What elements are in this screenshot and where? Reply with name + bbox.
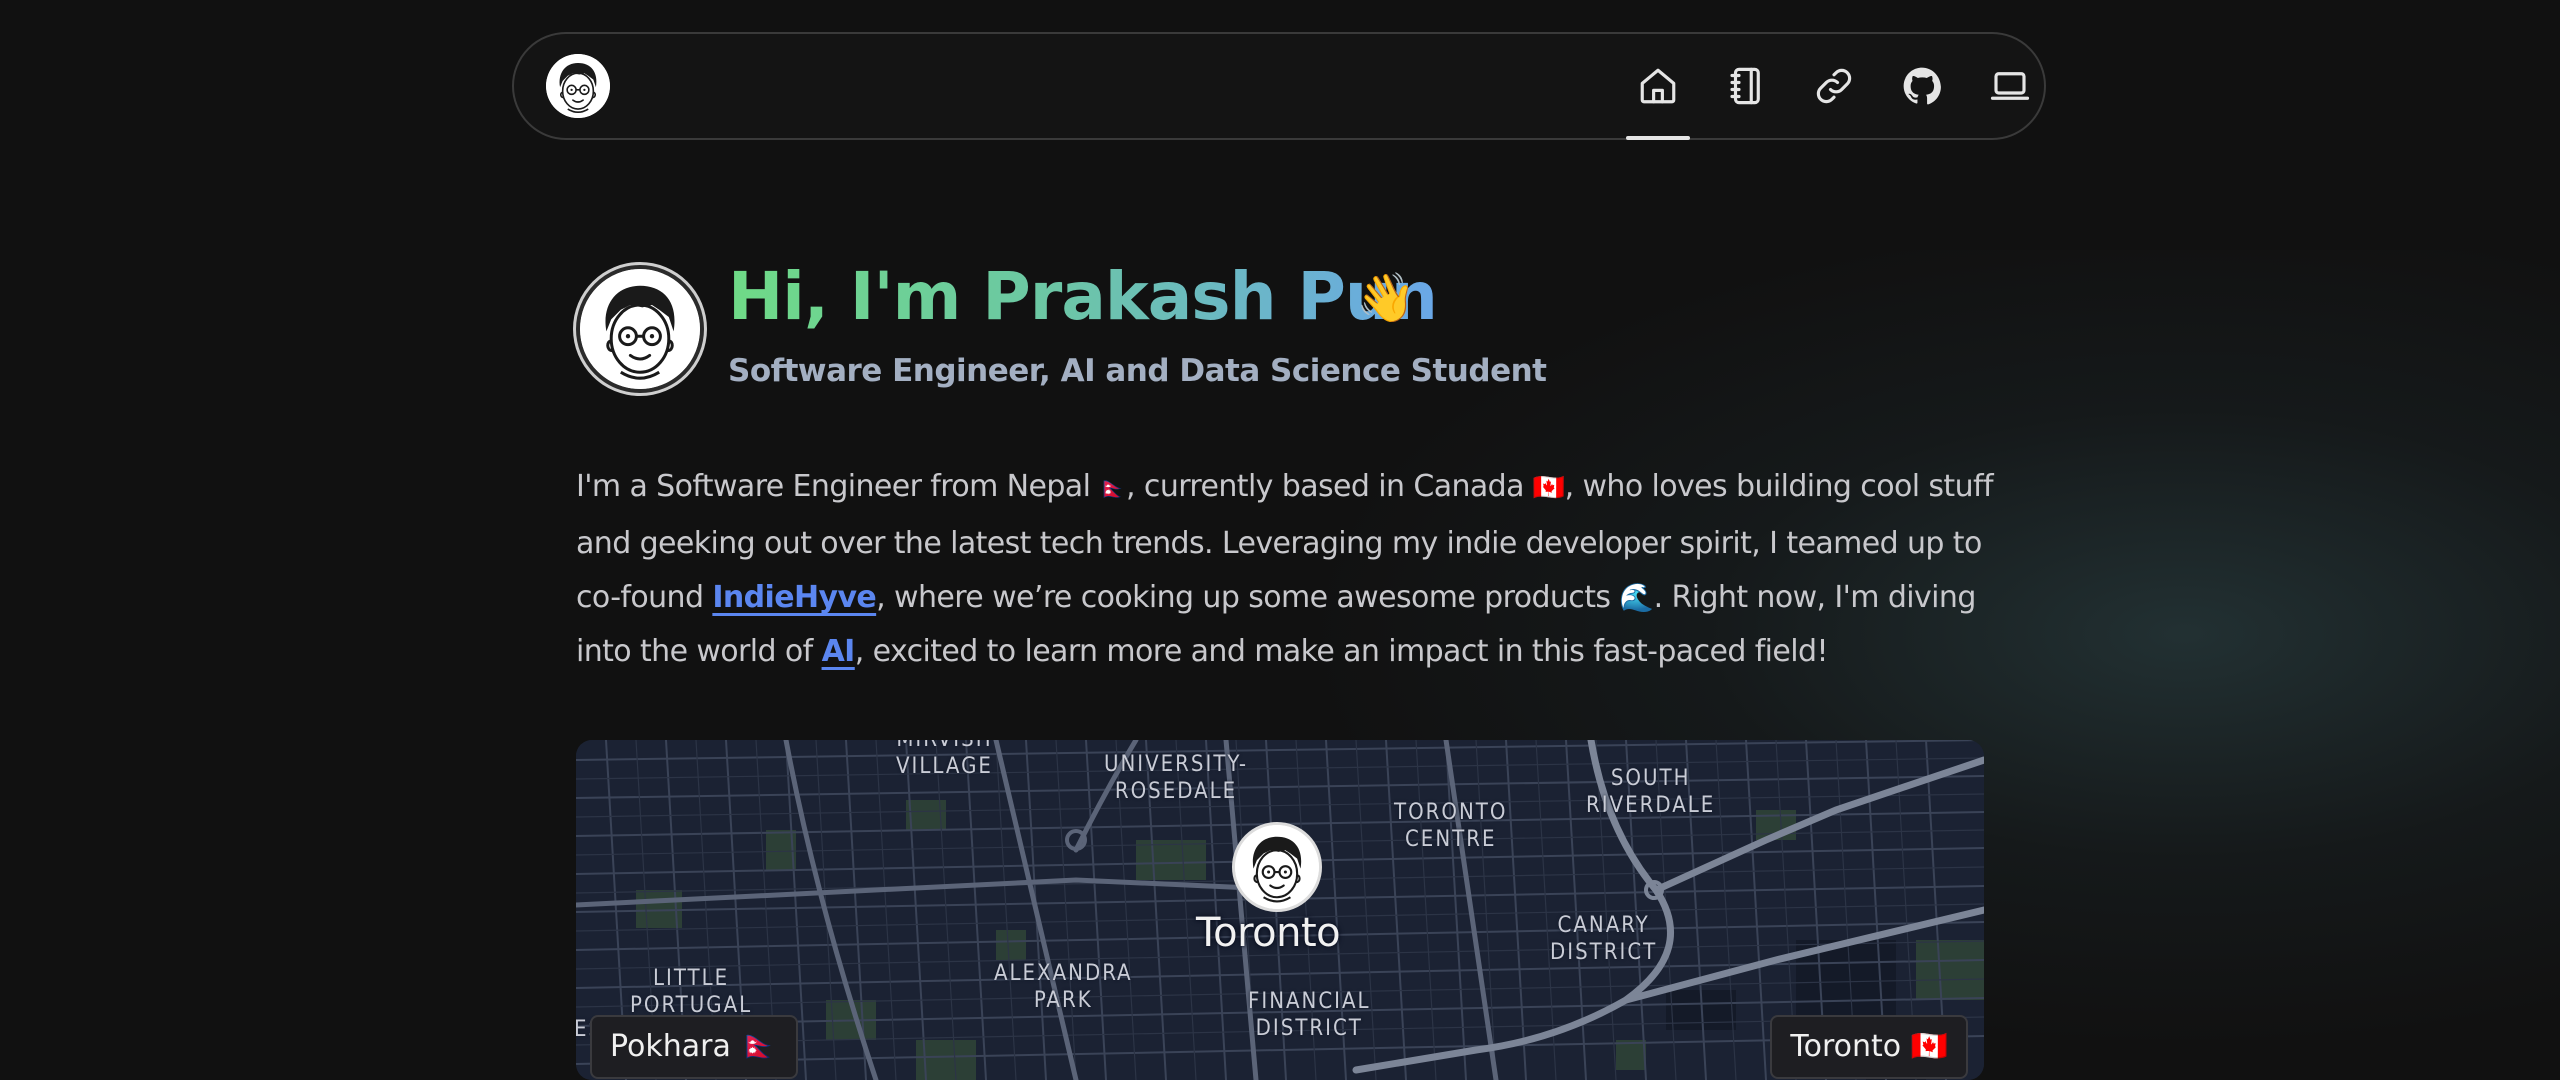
ai-link[interactable]: AI: [822, 634, 856, 669]
wave-water-emoji: 🌊: [1619, 581, 1654, 614]
github-icon: [1903, 67, 1941, 105]
map-label-south-riverdale: SOUTH RIVERDALE: [1586, 766, 1716, 818]
bio-text: , where we’re cooking up some awesome pr…: [876, 580, 1620, 615]
page-subtitle: Software Engineer, AI and Data Science S…: [728, 353, 1547, 389]
profile-avatar: [576, 265, 704, 393]
top-navbar: [512, 32, 2046, 140]
map-avatar-pin[interactable]: [1232, 822, 1322, 912]
nav-home-button[interactable]: [1626, 54, 1690, 140]
bio-text: , currently based in Canada: [1126, 469, 1533, 504]
notebook-icon: [1730, 67, 1760, 105]
canada-flag: 🇨🇦: [1532, 473, 1565, 503]
nav-avatar[interactable]: [546, 54, 610, 118]
map-label-alexandra-park: ALEXANDRA PARK: [994, 961, 1133, 1013]
nepal-flag: 🇳🇵: [1099, 477, 1127, 502]
nav-links-button[interactable]: [1802, 54, 1866, 118]
map-label-university: UNIVERSITY- ROSEDALE: [1104, 752, 1249, 804]
bio-text: I'm a Software Engineer from Nepal: [576, 469, 1100, 504]
wave-emoji: 👋: [1356, 270, 1416, 326]
location-tag-toronto[interactable]: Toronto 🇨🇦: [1770, 1015, 1968, 1079]
avatar-image: [580, 269, 700, 389]
bio-paragraph: I'm a Software Engineer from Nepal 🇳🇵, c…: [576, 460, 1996, 679]
map-label-mirvish: MIRVISH VILLAGE: [896, 740, 993, 779]
laptop-icon: [1990, 72, 2030, 100]
map-label-financial-district: FINANCIAL DISTRICT: [1248, 989, 1371, 1041]
nav-github-button[interactable]: [1890, 54, 1954, 118]
location-map[interactable]: MIRVISH VILLAGE UNIVERSITY- ROSEDALE TOR…: [576, 740, 1984, 1080]
map-label-little-portugal: LITTLE PORTUGAL: [630, 966, 753, 1018]
map-label-toronto-centre: TORONTO CENTRE: [1394, 800, 1508, 852]
active-indicator: [1626, 136, 1690, 140]
nav-laptop-button[interactable]: [1978, 54, 2042, 118]
nav-notebook-button[interactable]: [1714, 54, 1778, 118]
map-city-label: Toronto: [1196, 910, 1341, 956]
page-title: Hi, I'm Prakash Pun: [728, 252, 1438, 342]
link-icon: [1816, 68, 1852, 104]
avatar-image: [546, 54, 610, 118]
bio-text: , excited to learn more and make an impa…: [854, 634, 1829, 669]
location-tag-pokhara[interactable]: Pokhara 🇳🇵: [590, 1015, 798, 1079]
avatar-image: [1235, 825, 1319, 909]
home-icon: [1640, 68, 1676, 104]
map-label-canary-district: CANARY DISTRICT: [1550, 913, 1658, 965]
indiehyve-link[interactable]: IndieHyve: [712, 580, 876, 615]
